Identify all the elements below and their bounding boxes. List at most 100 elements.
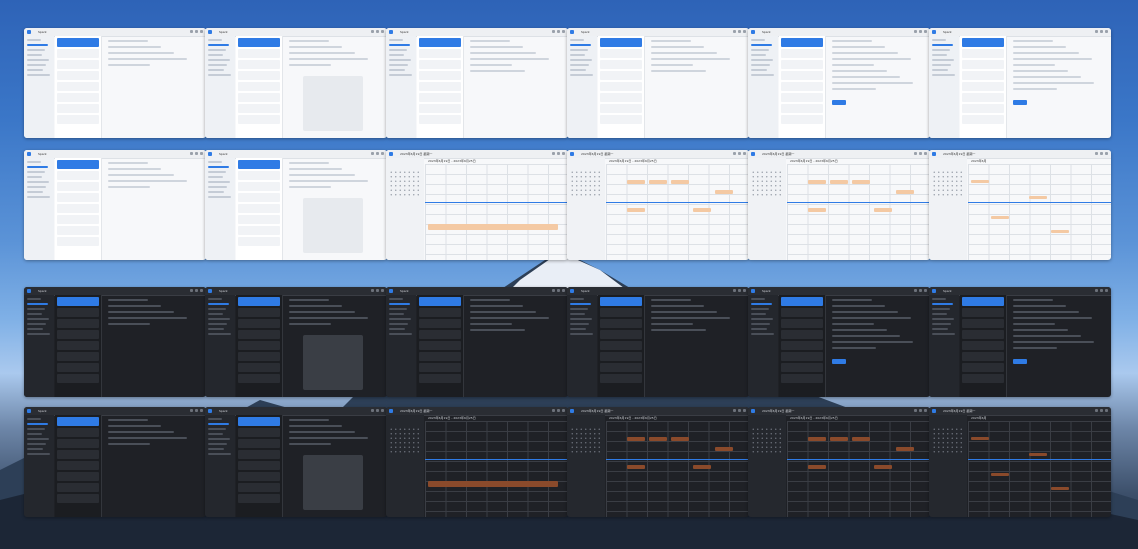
sidebar-item[interactable] — [932, 54, 947, 56]
sidebar-item[interactable] — [751, 318, 773, 320]
list-item[interactable] — [962, 297, 1004, 306]
list-item[interactable] — [57, 374, 99, 383]
sidebar-item[interactable] — [27, 428, 45, 430]
list-item[interactable] — [238, 204, 280, 213]
list-item[interactable] — [238, 38, 280, 47]
list-item[interactable] — [781, 115, 823, 124]
calendar-event[interactable] — [991, 473, 1009, 476]
list-item[interactable] — [600, 71, 642, 80]
list-item[interactable] — [600, 60, 642, 69]
sidebar-item[interactable] — [208, 438, 230, 440]
list-item[interactable] — [600, 308, 642, 317]
window-thumbnail-mail[interactable]: Spark — [24, 407, 206, 517]
list-item[interactable] — [238, 171, 280, 180]
list-item[interactable] — [238, 82, 280, 91]
sidebar-item[interactable] — [751, 74, 774, 76]
sidebar-item[interactable] — [27, 64, 46, 66]
list-item[interactable] — [238, 483, 280, 492]
calendar-event[interactable] — [627, 208, 645, 212]
sidebar-item[interactable] — [27, 298, 41, 300]
calendar-event[interactable] — [830, 180, 848, 184]
sidebar-item[interactable] — [751, 39, 765, 41]
window-thumbnail-calendar-day[interactable]: 2023年6月19日 星期一 2023年6月19日 - 2023年6月25日 — [386, 150, 568, 260]
sidebar-item[interactable] — [208, 74, 231, 76]
minimize-icon[interactable] — [371, 289, 374, 292]
list-item[interactable] — [419, 104, 461, 113]
list-item[interactable] — [962, 330, 1004, 339]
sidebar-item[interactable] — [27, 44, 48, 46]
minimize-icon[interactable] — [1095, 152, 1098, 155]
calendar-event[interactable] — [1029, 196, 1047, 199]
calendar-event[interactable] — [896, 190, 914, 194]
sidebar-item[interactable] — [27, 74, 50, 76]
close-icon[interactable] — [743, 409, 746, 412]
sidebar-item[interactable] — [208, 318, 230, 320]
list-item[interactable] — [238, 115, 280, 124]
sidebar-item[interactable] — [208, 69, 224, 71]
close-icon[interactable] — [381, 152, 384, 155]
list-item[interactable] — [238, 104, 280, 113]
list-item[interactable] — [419, 49, 461, 58]
list-item[interactable] — [57, 439, 99, 448]
maximize-icon[interactable] — [1100, 30, 1103, 33]
window-thumbnail-mail-compose[interactable]: Spark — [386, 28, 568, 138]
sidebar-item[interactable] — [389, 44, 410, 46]
calendar-event[interactable] — [428, 224, 558, 230]
list-item[interactable] — [238, 330, 280, 339]
list-item[interactable] — [238, 374, 280, 383]
maximize-icon[interactable] — [1100, 409, 1103, 412]
list-item[interactable] — [57, 82, 99, 91]
sidebar-item[interactable] — [27, 423, 48, 425]
minimize-icon[interactable] — [190, 152, 193, 155]
close-icon[interactable] — [924, 409, 927, 412]
primary-button[interactable] — [1013, 100, 1027, 105]
list-item[interactable] — [57, 60, 99, 69]
sidebar-item[interactable] — [208, 171, 226, 173]
list-item[interactable] — [57, 297, 99, 306]
minimize-icon[interactable] — [914, 289, 917, 292]
minimize-icon[interactable] — [552, 30, 555, 33]
sidebar-item[interactable] — [208, 333, 231, 335]
sidebar-item[interactable] — [389, 54, 404, 56]
list-item[interactable] — [57, 494, 99, 503]
list-item[interactable] — [781, 308, 823, 317]
maximize-icon[interactable] — [557, 409, 560, 412]
list-item[interactable] — [57, 49, 99, 58]
maximize-icon[interactable] — [738, 409, 741, 412]
minimize-icon[interactable] — [552, 152, 555, 155]
minimize-icon[interactable] — [371, 30, 374, 33]
calendar-event[interactable] — [1029, 453, 1047, 456]
list-item[interactable] — [57, 226, 99, 235]
list-item[interactable] — [57, 330, 99, 339]
mini-calendar[interactable] — [751, 170, 783, 196]
list-item[interactable] — [238, 472, 280, 481]
sidebar-item[interactable] — [570, 54, 585, 56]
minimize-icon[interactable] — [552, 409, 555, 412]
list-item[interactable] — [57, 341, 99, 350]
list-item[interactable] — [600, 352, 642, 361]
list-item[interactable] — [57, 93, 99, 102]
calendar-event[interactable] — [671, 180, 689, 184]
mini-calendar[interactable] — [389, 170, 421, 196]
list-item[interactable] — [419, 297, 461, 306]
sidebar-item[interactable] — [570, 328, 586, 330]
sidebar-item[interactable] — [27, 54, 42, 56]
sidebar-item[interactable] — [932, 69, 948, 71]
list-item[interactable] — [600, 297, 642, 306]
sidebar-item[interactable] — [27, 438, 49, 440]
sidebar-item[interactable] — [27, 181, 49, 183]
sidebar-item[interactable] — [208, 428, 226, 430]
list-item[interactable] — [419, 71, 461, 80]
maximize-icon[interactable] — [1100, 289, 1103, 292]
window-thumbnail-mail-article[interactable]: Spark — [205, 28, 387, 138]
sidebar-item[interactable] — [570, 69, 586, 71]
list-item[interactable] — [419, 38, 461, 47]
maximize-icon[interactable] — [919, 409, 922, 412]
sidebar-item[interactable] — [570, 318, 592, 320]
list-item[interactable] — [781, 363, 823, 372]
calendar-event[interactable] — [649, 437, 667, 441]
calendar-event[interactable] — [649, 180, 667, 184]
sidebar-item[interactable] — [27, 69, 43, 71]
list-item[interactable] — [57, 204, 99, 213]
list-item[interactable] — [57, 450, 99, 459]
